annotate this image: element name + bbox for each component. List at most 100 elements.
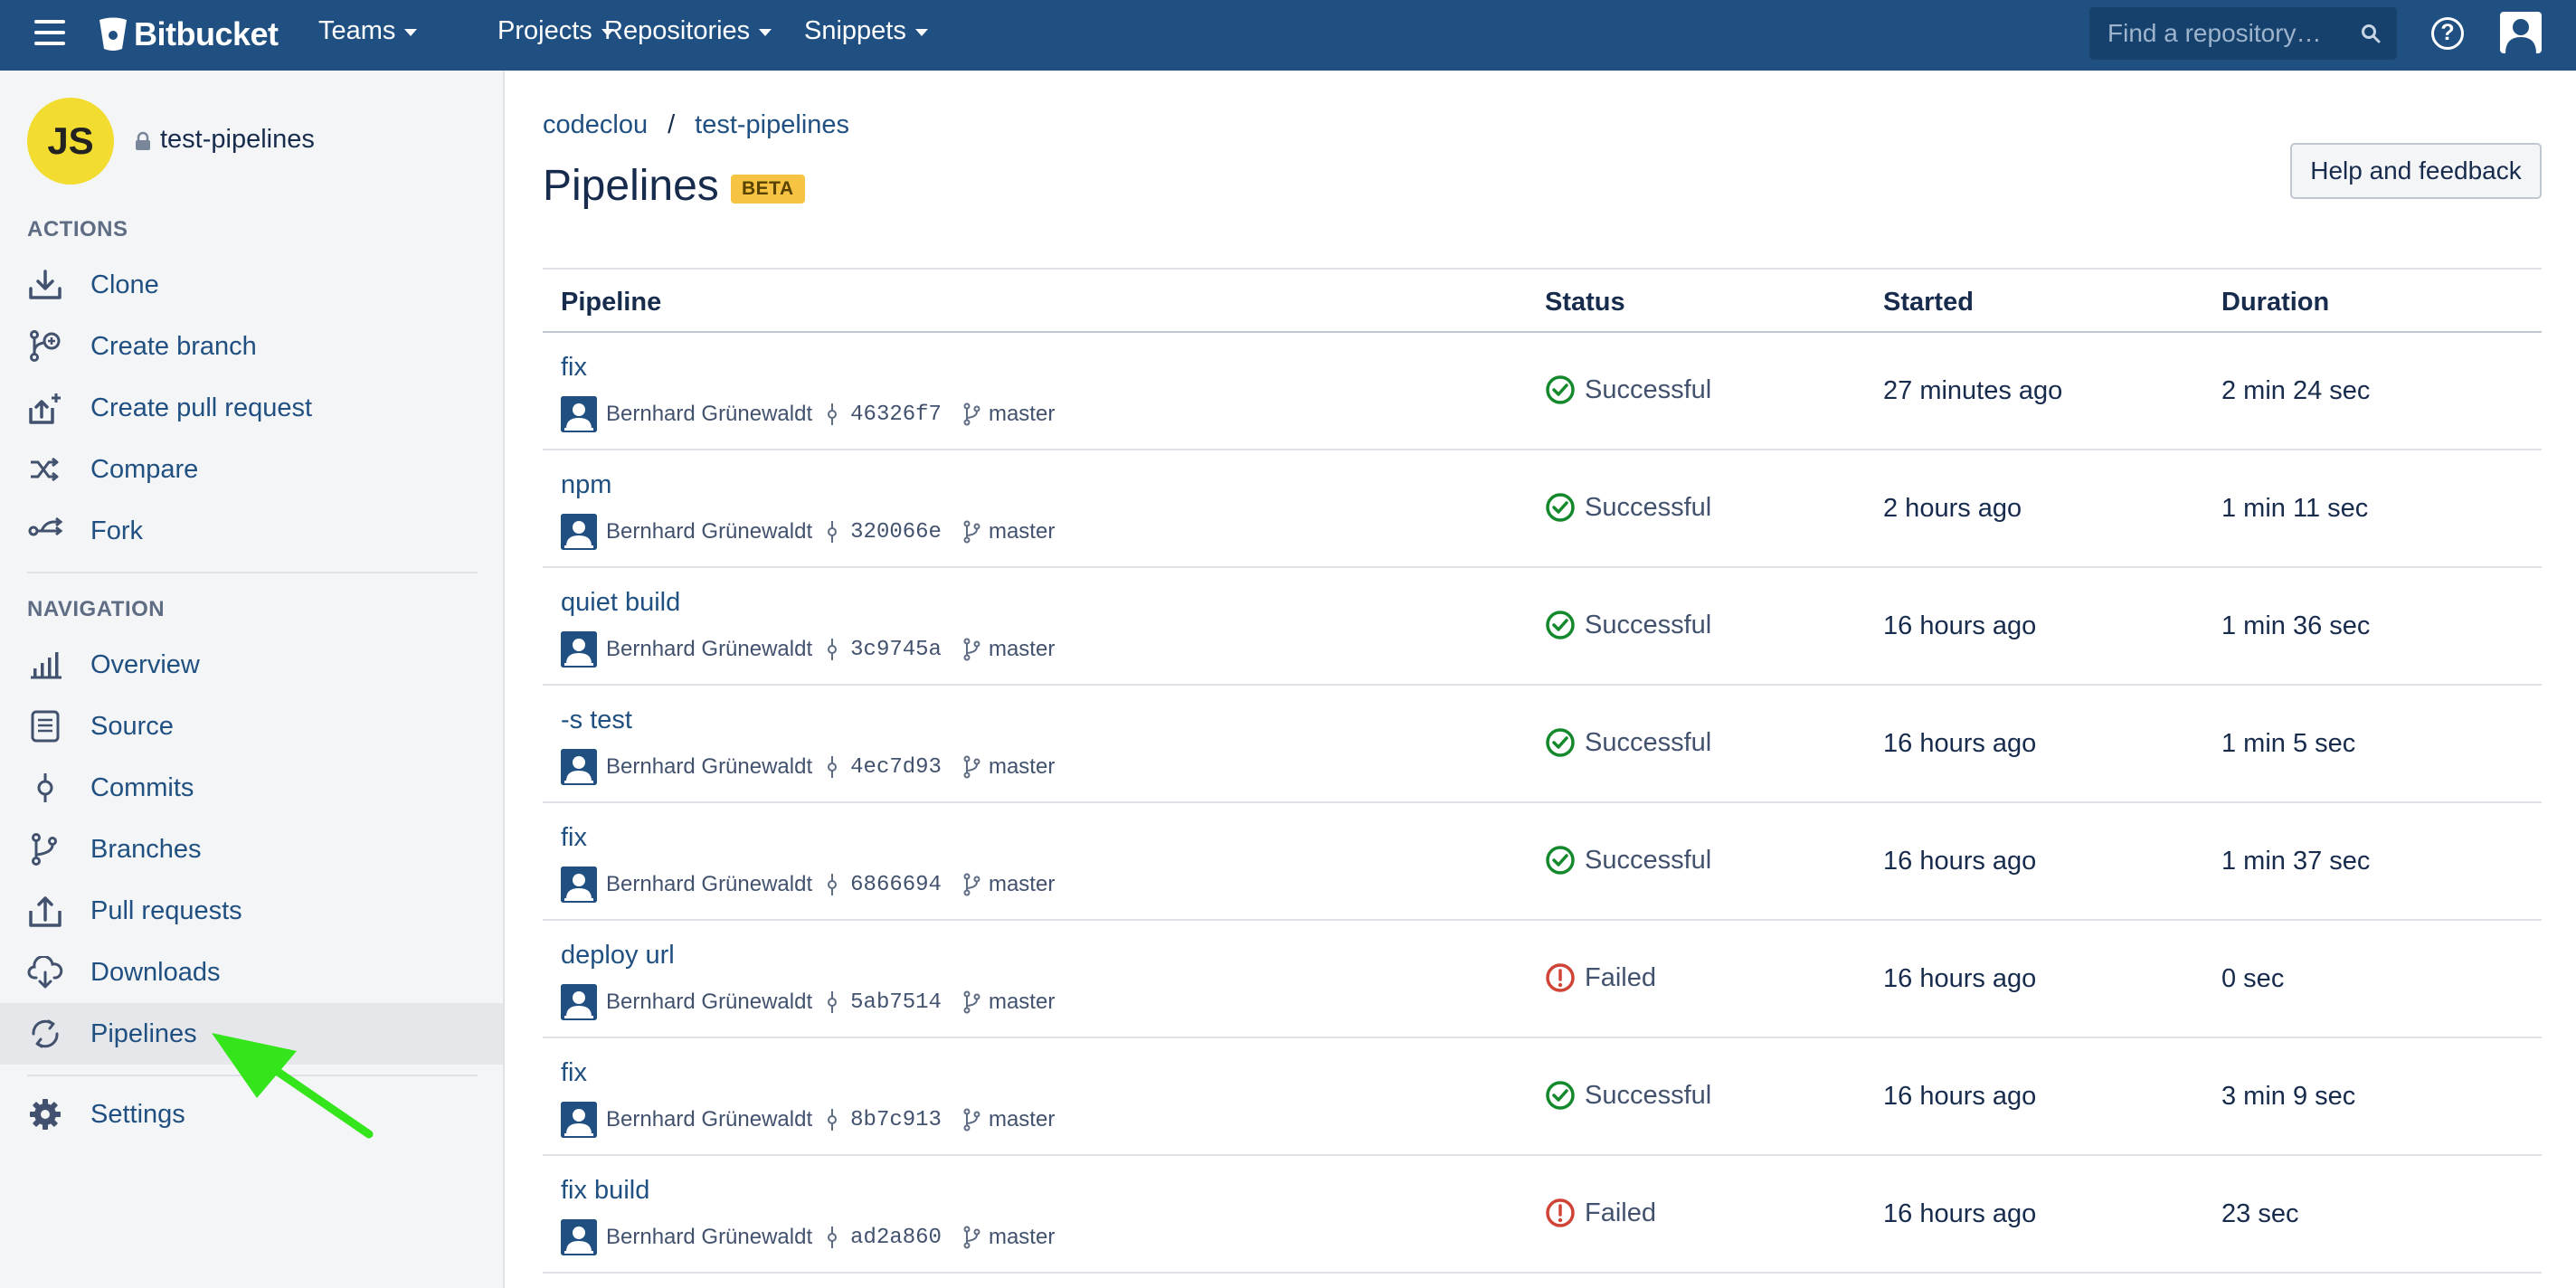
branch-name[interactable]: master: [989, 519, 1055, 545]
status-label: Failed: [1585, 962, 1656, 992]
breadcrumb-repo-link[interactable]: test-pipelines: [695, 110, 849, 140]
menu-icon[interactable]: [34, 20, 65, 47]
commit-hash-link[interactable]: 8b7c913: [850, 1108, 942, 1132]
search-input[interactable]: [2107, 7, 2352, 60]
user-avatar-icon: [561, 1102, 597, 1138]
nav-snippets[interactable]: Snippets: [804, 16, 928, 46]
table-row[interactable]: fix Bernhard Grünewaldt 8b7c913 master Succe…: [543, 1038, 2542, 1156]
sidebar-item-label: Source: [90, 712, 174, 741]
help-and-feedback-button[interactable]: Help and feedback: [2290, 143, 2542, 199]
failed-exclamation-icon: [1546, 1198, 1575, 1227]
sidebar-item-branches[interactable]: Branches: [0, 819, 503, 880]
user-avatar[interactable]: [2500, 12, 2542, 53]
branch-name[interactable]: master: [989, 990, 1055, 1015]
breadcrumb: codeclou / test-pipelines: [543, 110, 849, 140]
commit-icon: [828, 991, 838, 1013]
status-cell: Successful: [1545, 1080, 1711, 1111]
commit-icon: [828, 521, 838, 543]
commit-hash-link[interactable]: 4ec7d93: [850, 755, 942, 780]
pipeline-link[interactable]: fix: [561, 1058, 587, 1088]
table-row[interactable]: quiet build Bernhard Grünewaldt 3c9745a mas…: [543, 568, 2542, 686]
sidebar-item-fork[interactable]: Fork: [0, 500, 503, 562]
table-row[interactable]: -s test Bernhard Grünewaldt 4ec7d93 master S…: [543, 686, 2542, 803]
column-header-duration: Duration: [2221, 288, 2330, 317]
author-name: Bernhard Grünewaldt: [606, 754, 813, 779]
repo-avatar[interactable]: JS: [27, 98, 114, 185]
branch-name[interactable]: master: [989, 1107, 1055, 1132]
pipeline-link[interactable]: fix build: [561, 1176, 649, 1206]
search-icon[interactable]: [2361, 24, 2381, 43]
lock-icon: [136, 131, 150, 150]
sidebar-item-compare[interactable]: Compare: [0, 439, 503, 500]
author-name: Bernhard Grünewaldt: [606, 872, 813, 896]
user-avatar-icon: [561, 514, 597, 550]
status-cell: Successful: [1545, 845, 1711, 876]
sidebar-item-create-pull-request[interactable]: Create pull request: [0, 377, 503, 439]
status-label: Successful: [1585, 1080, 1712, 1110]
nav-teams[interactable]: Teams: [318, 16, 418, 46]
sidebar-item-source[interactable]: Source: [0, 696, 503, 757]
commit-hash-link[interactable]: 320066e: [850, 520, 942, 545]
pipeline-meta: Bernhard Grünewaldt 5ab7514 master: [561, 982, 1055, 1022]
pipeline-link[interactable]: quiet build: [561, 588, 680, 618]
gear-icon: [30, 1099, 61, 1130]
author-name: Bernhard Grünewaldt: [606, 402, 813, 426]
pipeline-link[interactable]: -s test: [561, 706, 632, 735]
commit-icon: [828, 1109, 838, 1131]
sidebar-item-overview[interactable]: Overview: [0, 634, 503, 696]
branch-name[interactable]: master: [989, 402, 1055, 427]
user-avatar-icon: [561, 396, 597, 432]
actions-section-title: ACTIONS: [27, 217, 128, 242]
sidebar-item-pull-requests[interactable]: Pull requests: [0, 880, 503, 942]
pipeline-link[interactable]: fix: [561, 823, 587, 853]
table-row[interactable]: npm Bernhard Grünewaldt 320066e master Succe…: [543, 450, 2542, 568]
sidebar-item-clone[interactable]: Clone: [0, 254, 503, 316]
table-row[interactable]: fix build Bernhard Grünewaldt ad2a860 maste…: [543, 1156, 2542, 1274]
breadcrumb-separator: /: [668, 110, 676, 139]
started-time: 16 hours ago: [1883, 964, 2037, 993]
nav-projects[interactable]: Projects: [497, 16, 614, 46]
pipelines-table: Pipeline Status Started Duration fix Bern…: [543, 268, 2542, 1274]
sidebar-item-create-branch[interactable]: Create branch: [0, 316, 503, 377]
table-row[interactable]: fix Bernhard Grünewaldt 6866694 master Succe…: [543, 803, 2542, 921]
pipeline-meta: Bernhard Grünewaldt 3c9745a master: [561, 630, 1055, 669]
commit-hash-link[interactable]: 46326f7: [850, 402, 942, 427]
table-row[interactable]: deploy url Bernhard Grünewaldt 5ab7514 mast…: [543, 921, 2542, 1038]
help-icon[interactable]: ?: [2431, 17, 2464, 50]
author-name: Bernhard Grünewaldt: [606, 1107, 813, 1132]
pipeline-link[interactable]: npm: [561, 470, 611, 500]
success-check-icon: [1546, 1081, 1575, 1110]
sidebar-item-label: Downloads: [90, 958, 221, 987]
duration-value: 1 min 37 sec: [2221, 847, 2371, 876]
commit-hash-link[interactable]: 3c9745a: [850, 638, 942, 662]
branch-name[interactable]: master: [989, 754, 1055, 780]
success-check-icon: [1546, 611, 1575, 639]
annotation-arrow: [212, 1033, 374, 1139]
branch-name[interactable]: master: [989, 1225, 1055, 1250]
started-time: 2 hours ago: [1883, 494, 2022, 523]
branch-name[interactable]: master: [989, 637, 1055, 662]
pipeline-link[interactable]: fix: [561, 353, 587, 383]
commit-hash-link[interactable]: 6866694: [850, 873, 942, 897]
sidebar-item-label: Pull requests: [90, 896, 242, 925]
sidebar-item-label: Branches: [90, 835, 202, 864]
branch-icon: [963, 1108, 980, 1132]
commit-hash-link[interactable]: 5ab7514: [850, 990, 942, 1015]
pipeline-meta: Bernhard Grünewaldt 320066e master: [561, 512, 1055, 552]
bitbucket-logo[interactable]: Bitbucket: [98, 13, 279, 56]
sidebar-item-label: Compare: [90, 455, 199, 484]
sidebar-item-downloads[interactable]: Downloads: [0, 942, 503, 1003]
repo-name[interactable]: test-pipelines: [160, 125, 315, 155]
commit-hash-link[interactable]: ad2a860: [850, 1226, 942, 1250]
top-navigation-bar: Bitbucket Teams Projects Repositories Sn…: [0, 0, 2576, 71]
chevron-down-icon: [914, 28, 928, 36]
branch-name[interactable]: master: [989, 872, 1055, 897]
user-icon: [2505, 19, 2536, 53]
breadcrumb-owner-link[interactable]: codeclou: [543, 110, 648, 140]
pipeline-link[interactable]: deploy url: [561, 941, 675, 971]
sidebar-item-label: Create branch: [90, 332, 257, 361]
table-row[interactable]: fix Bernhard Grünewaldt 46326f7 master Succe…: [543, 333, 2542, 450]
sidebar-item-label: Overview: [90, 650, 200, 679]
sidebar-item-commits[interactable]: Commits: [0, 757, 503, 819]
nav-repositories[interactable]: Repositories: [604, 16, 772, 46]
